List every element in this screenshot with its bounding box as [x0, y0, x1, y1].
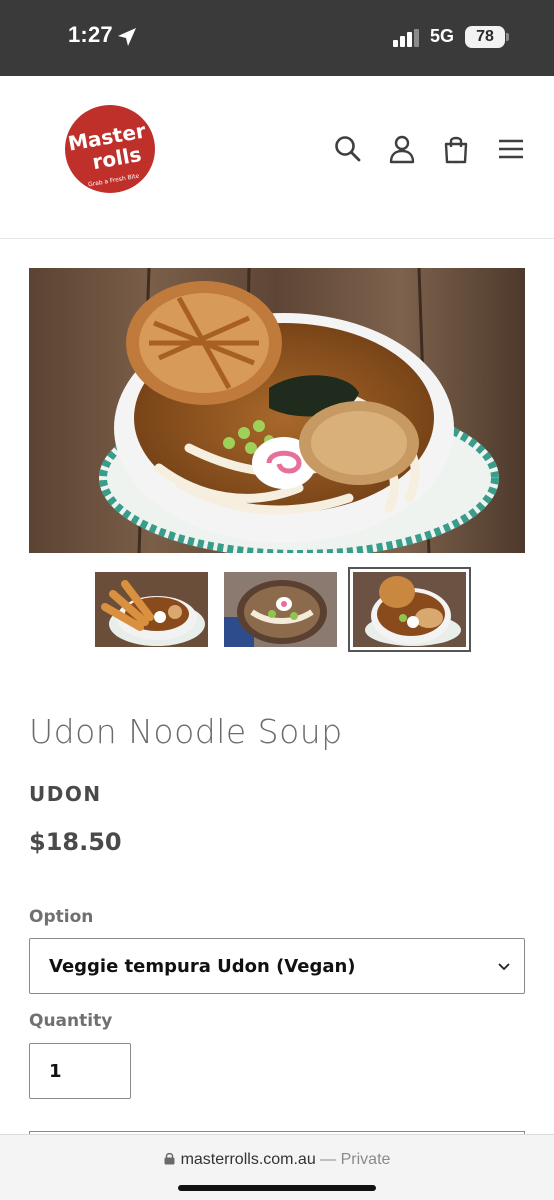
status-time: 1:27	[68, 22, 113, 47]
battery-icon: 78	[465, 26, 505, 48]
site-header: Master rolls Grab a Fresh Bite	[0, 76, 554, 239]
lock-icon	[164, 1152, 175, 1165]
battery-nub	[506, 33, 509, 41]
option-select[interactable]: Veggie tempura Udon (Vegan)	[29, 938, 525, 994]
signal-bars-icon	[393, 29, 419, 47]
option-selected-value: Veggie tempura Udon (Vegan)	[49, 956, 356, 977]
thumbnail-1[interactable]	[95, 572, 208, 647]
url-separator: —	[315, 1151, 341, 1168]
product-price: $18.50	[29, 828, 122, 856]
thumbnail-3[interactable]	[348, 567, 471, 652]
status-bar: 1:27 5G 78	[0, 0, 554, 76]
option-label: Option	[29, 907, 94, 927]
quantity-label: Quantity	[29, 1011, 113, 1031]
location-arrow-icon	[118, 28, 136, 46]
thumbnail-2[interactable]	[224, 572, 337, 647]
product-main-image[interactable]	[29, 268, 525, 553]
network-type: 5G	[430, 26, 455, 46]
battery-level: 78	[476, 28, 494, 45]
thumb-udon-blue-image	[224, 572, 337, 647]
product-vendor[interactable]: UDON	[29, 782, 102, 806]
quantity-value: 1	[49, 1061, 62, 1082]
privacy-label: Private	[340, 1151, 391, 1168]
account-icon[interactable]	[387, 134, 417, 164]
menu-icon[interactable]	[496, 134, 526, 164]
product-title: Udon Noodle Soup	[29, 712, 343, 751]
thumb-tempura-udon-image	[95, 572, 208, 647]
cart-icon[interactable]	[441, 134, 471, 164]
thumb-veggie-tempura-udon-image	[353, 572, 466, 647]
url-text: masterrolls.com.au	[180, 1151, 316, 1168]
search-icon[interactable]	[333, 134, 363, 164]
url-line: masterrolls.com.au — Private	[0, 1151, 554, 1169]
quantity-input[interactable]: 1	[29, 1043, 131, 1099]
home-indicator[interactable]	[178, 1185, 376, 1191]
master-rolls-logo[interactable]: Master rolls Grab a Fresh Bite	[64, 104, 156, 194]
udon-bowl-photo	[29, 268, 525, 553]
chevron-down-icon	[498, 963, 510, 971]
browser-address-bar[interactable]: masterrolls.com.au — Private	[0, 1134, 554, 1200]
